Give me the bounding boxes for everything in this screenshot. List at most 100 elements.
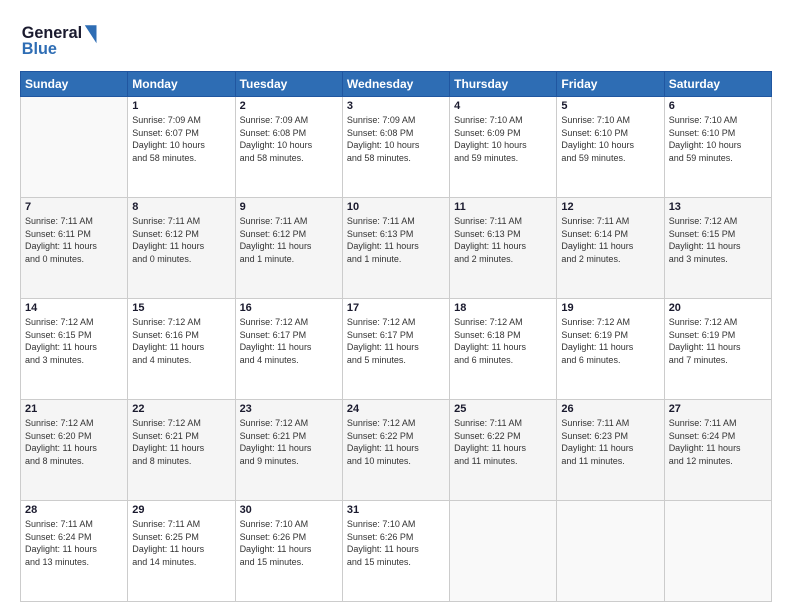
calendar-day-cell: 25 Sunrise: 7:11 AM Sunset: 6:22 PM Dayli… [450, 400, 557, 501]
calendar-header-wednesday: Wednesday [342, 72, 449, 97]
calendar-day-cell: 31 Sunrise: 7:10 AM Sunset: 6:26 PM Dayli… [342, 501, 449, 602]
day-number: 12 [561, 201, 659, 213]
day-number: 11 [454, 201, 552, 213]
calendar-day-cell: 6 Sunrise: 7:10 AM Sunset: 6:10 PM Daylig… [664, 97, 771, 198]
day-number: 23 [240, 403, 338, 415]
day-info: Sunrise: 7:10 AM Sunset: 6:26 PM Dayligh… [240, 518, 338, 568]
day-number: 27 [669, 403, 767, 415]
calendar-day-cell [557, 501, 664, 602]
day-info: Sunrise: 7:11 AM Sunset: 6:14 PM Dayligh… [561, 215, 659, 265]
calendar-day-cell: 16 Sunrise: 7:12 AM Sunset: 6:17 PM Dayli… [235, 299, 342, 400]
day-number: 26 [561, 403, 659, 415]
day-info: Sunrise: 7:12 AM Sunset: 6:15 PM Dayligh… [25, 316, 123, 366]
calendar-day-cell: 30 Sunrise: 7:10 AM Sunset: 6:26 PM Dayli… [235, 501, 342, 602]
day-info: Sunrise: 7:10 AM Sunset: 6:26 PM Dayligh… [347, 518, 445, 568]
day-number: 17 [347, 302, 445, 314]
day-number: 9 [240, 201, 338, 213]
calendar-day-cell: 10Sunrise: 7:11 AM Sunset: 6:13 PM Dayli… [342, 198, 449, 299]
day-number: 15 [132, 302, 230, 314]
calendar-week-row: 7Sunrise: 7:11 AM Sunset: 6:11 PM Daylig… [21, 198, 772, 299]
day-info: Sunrise: 7:09 AM Sunset: 6:08 PM Dayligh… [240, 114, 338, 164]
day-number: 25 [454, 403, 552, 415]
day-info: Sunrise: 7:11 AM Sunset: 6:12 PM Dayligh… [132, 215, 230, 265]
calendar-day-cell: 15 Sunrise: 7:12 AM Sunset: 6:16 PM Dayli… [128, 299, 235, 400]
day-info: Sunrise: 7:12 AM Sunset: 6:22 PM Dayligh… [347, 417, 445, 467]
day-number: 21 [25, 403, 123, 415]
calendar-day-cell: 5 Sunrise: 7:10 AM Sunset: 6:10 PM Daylig… [557, 97, 664, 198]
calendar-day-cell: 11 Sunrise: 7:11 AM Sunset: 6:13 PM Dayli… [450, 198, 557, 299]
day-info: Sunrise: 7:10 AM Sunset: 6:10 PM Dayligh… [561, 114, 659, 164]
day-number: 1 [132, 100, 230, 112]
day-number: 3 [347, 100, 445, 112]
day-info: Sunrise: 7:11 AM Sunset: 6:13 PM Dayligh… [454, 215, 552, 265]
calendar-week-row: 21 Sunrise: 7:12 AM Sunset: 6:20 PM Dayli… [21, 400, 772, 501]
calendar-day-cell: 4 Sunrise: 7:10 AM Sunset: 6:09 PM Daylig… [450, 97, 557, 198]
svg-text:General: General [22, 24, 82, 42]
day-number: 4 [454, 100, 552, 112]
svg-text:Blue: Blue [22, 40, 57, 58]
day-info: Sunrise: 7:10 AM Sunset: 6:10 PM Dayligh… [669, 114, 767, 164]
day-info: Sunrise: 7:11 AM Sunset: 6:24 PM Dayligh… [669, 417, 767, 467]
logo-svg: General Blue [20, 18, 110, 63]
page: General Blue SundayMondayTuesdayWednesda… [0, 0, 792, 612]
calendar-day-cell: 1 Sunrise: 7:09 AM Sunset: 6:07 PM Daylig… [128, 97, 235, 198]
calendar-header-thursday: Thursday [450, 72, 557, 97]
day-info: Sunrise: 7:12 AM Sunset: 6:21 PM Dayligh… [132, 417, 230, 467]
day-info: Sunrise: 7:12 AM Sunset: 6:16 PM Dayligh… [132, 316, 230, 366]
day-info: Sunrise: 7:12 AM Sunset: 6:19 PM Dayligh… [561, 316, 659, 366]
calendar-day-cell: 29 Sunrise: 7:11 AM Sunset: 6:25 PM Dayli… [128, 501, 235, 602]
day-number: 30 [240, 504, 338, 516]
day-info: Sunrise: 7:11 AM Sunset: 6:25 PM Dayligh… [132, 518, 230, 568]
day-info: Sunrise: 7:11 AM Sunset: 6:13 PM Dayligh… [347, 215, 445, 265]
day-number: 28 [25, 504, 123, 516]
day-number: 20 [669, 302, 767, 314]
day-number: 22 [132, 403, 230, 415]
day-number: 31 [347, 504, 445, 516]
calendar-day-cell: 2 Sunrise: 7:09 AM Sunset: 6:08 PM Daylig… [235, 97, 342, 198]
header: General Blue [20, 18, 772, 63]
calendar-day-cell [664, 501, 771, 602]
day-info: Sunrise: 7:11 AM Sunset: 6:24 PM Dayligh… [25, 518, 123, 568]
day-number: 6 [669, 100, 767, 112]
calendar-day-cell: 3Sunrise: 7:09 AM Sunset: 6:08 PM Daylig… [342, 97, 449, 198]
day-number: 16 [240, 302, 338, 314]
day-info: Sunrise: 7:12 AM Sunset: 6:15 PM Dayligh… [669, 215, 767, 265]
day-info: Sunrise: 7:11 AM Sunset: 6:22 PM Dayligh… [454, 417, 552, 467]
day-info: Sunrise: 7:12 AM Sunset: 6:21 PM Dayligh… [240, 417, 338, 467]
day-info: Sunrise: 7:11 AM Sunset: 6:12 PM Dayligh… [240, 215, 338, 265]
day-info: Sunrise: 7:09 AM Sunset: 6:07 PM Dayligh… [132, 114, 230, 164]
calendar-header-friday: Friday [557, 72, 664, 97]
day-number: 18 [454, 302, 552, 314]
calendar-header-row: SundayMondayTuesdayWednesdayThursdayFrid… [21, 72, 772, 97]
calendar-day-cell: 18 Sunrise: 7:12 AM Sunset: 6:18 PM Dayli… [450, 299, 557, 400]
day-number: 19 [561, 302, 659, 314]
day-info: Sunrise: 7:11 AM Sunset: 6:11 PM Dayligh… [25, 215, 123, 265]
calendar-day-cell: 26Sunrise: 7:11 AM Sunset: 6:23 PM Dayli… [557, 400, 664, 501]
calendar-day-cell [21, 97, 128, 198]
calendar-header-monday: Monday [128, 72, 235, 97]
calendar-header-tuesday: Tuesday [235, 72, 342, 97]
calendar-day-cell: 28 Sunrise: 7:11 AM Sunset: 6:24 PM Dayli… [21, 501, 128, 602]
day-info: Sunrise: 7:12 AM Sunset: 6:20 PM Dayligh… [25, 417, 123, 467]
day-info: Sunrise: 7:12 AM Sunset: 6:17 PM Dayligh… [240, 316, 338, 366]
day-number: 29 [132, 504, 230, 516]
calendar-day-cell: 13 Sunrise: 7:12 AM Sunset: 6:15 PM Dayli… [664, 198, 771, 299]
calendar-day-cell: 27 Sunrise: 7:11 AM Sunset: 6:24 PM Dayli… [664, 400, 771, 501]
calendar-day-cell: 21 Sunrise: 7:12 AM Sunset: 6:20 PM Dayli… [21, 400, 128, 501]
calendar-day-cell: 7Sunrise: 7:11 AM Sunset: 6:11 PM Daylig… [21, 198, 128, 299]
calendar-day-cell: 17 Sunrise: 7:12 AM Sunset: 6:17 PM Dayli… [342, 299, 449, 400]
day-number: 5 [561, 100, 659, 112]
calendar-day-cell: 24 Sunrise: 7:12 AM Sunset: 6:22 PM Dayli… [342, 400, 449, 501]
day-info: Sunrise: 7:12 AM Sunset: 6:18 PM Dayligh… [454, 316, 552, 366]
day-number: 24 [347, 403, 445, 415]
calendar-day-cell: 23 Sunrise: 7:12 AM Sunset: 6:21 PM Dayli… [235, 400, 342, 501]
day-info: Sunrise: 7:12 AM Sunset: 6:19 PM Dayligh… [669, 316, 767, 366]
logo: General Blue [20, 18, 110, 63]
day-number: 13 [669, 201, 767, 213]
day-info: Sunrise: 7:10 AM Sunset: 6:09 PM Dayligh… [454, 114, 552, 164]
calendar-header-sunday: Sunday [21, 72, 128, 97]
day-info: Sunrise: 7:12 AM Sunset: 6:17 PM Dayligh… [347, 316, 445, 366]
day-number: 2 [240, 100, 338, 112]
calendar-day-cell: 14Sunrise: 7:12 AM Sunset: 6:15 PM Dayli… [21, 299, 128, 400]
day-number: 8 [132, 201, 230, 213]
